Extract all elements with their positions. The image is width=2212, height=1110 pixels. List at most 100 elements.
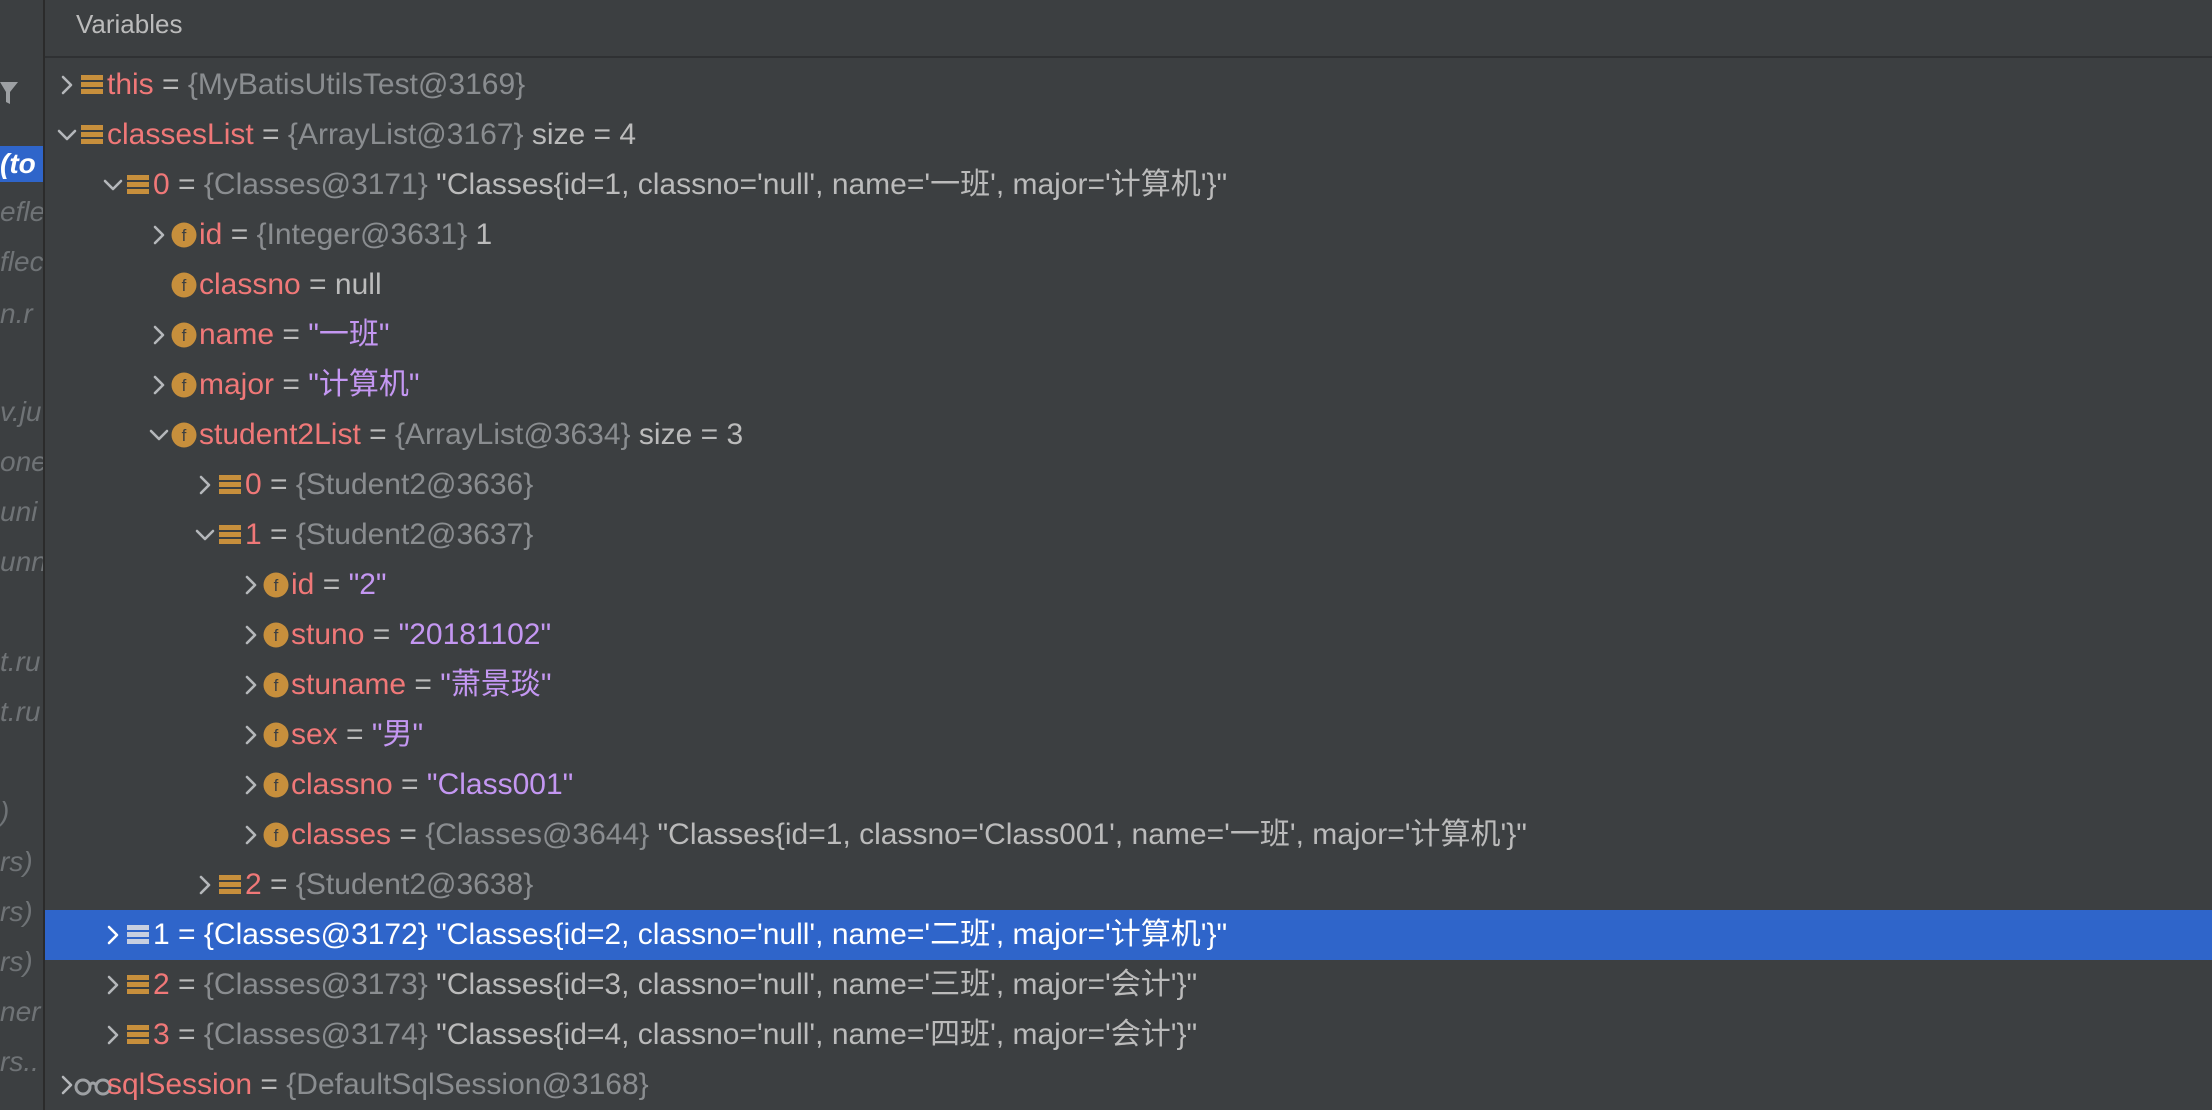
frame-item[interactable]: rs.. xyxy=(0,1044,43,1080)
chevron-right-icon[interactable] xyxy=(101,1023,125,1047)
variable-row[interactable]: sqlSession = {DefaultSqlSession@3168} xyxy=(45,1060,2212,1110)
chevron-right-icon[interactable] xyxy=(101,923,125,947)
object-reference: {Classes@3171} xyxy=(203,168,428,201)
variable-row[interactable]: f classes = {Classes@3644} "Classes{id=1,… xyxy=(45,810,2212,860)
chevron-down-icon[interactable] xyxy=(147,423,171,447)
chevron-right-icon[interactable] xyxy=(55,73,79,97)
object-reference: {Student2@3636} xyxy=(295,468,534,501)
chevron-down-icon[interactable] xyxy=(101,173,125,197)
variable-value: 1 xyxy=(467,218,493,251)
field-icon: f xyxy=(171,322,197,348)
svg-text:f: f xyxy=(274,626,279,645)
frame-item[interactable]: rs) xyxy=(0,894,43,930)
frame-item[interactable]: ) xyxy=(0,794,43,830)
svg-text:f: f xyxy=(182,326,187,345)
array-element-icon xyxy=(219,525,241,544)
filter-icon[interactable] xyxy=(0,80,18,106)
variable-row[interactable]: 0 = {Student2@3636} xyxy=(45,460,2212,510)
chevron-right-icon[interactable] xyxy=(193,473,217,497)
variable-row[interactable]: f id = {Integer@3631} 1 xyxy=(45,210,2212,260)
svg-text:f: f xyxy=(182,376,187,395)
field-icon: f xyxy=(263,722,289,748)
variable-name: sqlSession xyxy=(107,1068,253,1101)
chevron-right-icon[interactable] xyxy=(193,873,217,897)
chevron-down-icon[interactable] xyxy=(193,523,217,547)
chevron-right-icon[interactable] xyxy=(239,773,263,797)
variable-row[interactable]: f stuno = "20181102" xyxy=(45,610,2212,660)
equals-sign: = xyxy=(274,318,309,351)
variable-row[interactable]: f sex = "男" xyxy=(45,710,2212,760)
svg-text:f: f xyxy=(274,826,279,845)
variable-text: 0 = {Student2@3636} xyxy=(245,460,533,510)
variable-name: major xyxy=(199,368,275,401)
variable-row[interactable]: 0 = {Classes@3171} "Classes{id=1, classn… xyxy=(45,160,2212,210)
chevron-down-icon[interactable] xyxy=(55,123,79,147)
frames-panel-edge: (to eflec flec n.r v.ju one uni unn t.ru t.ru) rs)… xyxy=(0,0,45,1110)
equals-sign: = xyxy=(300,268,335,301)
frame-item[interactable]: eflec xyxy=(0,194,43,230)
variable-row[interactable]: 2 = {Student2@3638} xyxy=(45,860,2212,910)
frame-item[interactable]: unn xyxy=(0,544,43,580)
variable-row[interactable]: 2 = {Classes@3173} "Classes{id=3, classn… xyxy=(45,960,2212,1010)
field-icon: f xyxy=(171,272,197,298)
variable-name: 0 xyxy=(245,468,262,501)
frame-item[interactable]: v.ju xyxy=(0,394,43,430)
variable-row[interactable]: f major = "计算机" xyxy=(45,360,2212,410)
equals-sign: = xyxy=(261,518,296,551)
frame-item[interactable]: ner xyxy=(0,994,43,1030)
variable-row[interactable]: f student2List = {ArrayList@3634} size = … xyxy=(45,410,2212,460)
chevron-right-icon[interactable] xyxy=(239,723,263,747)
object-reference: {DefaultSqlSession@3168} xyxy=(286,1068,649,1101)
frame-item[interactable]: rs) xyxy=(0,844,43,880)
equals-sign: = xyxy=(261,468,296,501)
array-element-icon xyxy=(219,475,241,494)
equals-sign: = xyxy=(392,768,427,801)
variable-row[interactable]: f id = "2" xyxy=(45,560,2212,610)
frame-item[interactable]: uni xyxy=(0,494,43,530)
variable-value: null xyxy=(334,268,382,301)
variable-row[interactable]: f classno = null xyxy=(45,260,2212,310)
frame-item[interactable]: t.ru xyxy=(0,694,43,730)
equals-sign: = xyxy=(337,718,372,751)
frame-item[interactable]: one xyxy=(0,444,43,480)
chevron-right-icon[interactable] xyxy=(239,623,263,647)
chevron-right-icon[interactable] xyxy=(147,323,171,347)
array-element-icon xyxy=(127,1025,149,1044)
variable-name: sex xyxy=(291,718,338,751)
chevron-right-icon[interactable] xyxy=(147,223,171,247)
variable-row[interactable]: 3 = {Classes@3174} "Classes{id=4, classn… xyxy=(45,1010,2212,1060)
equals-sign: = xyxy=(274,368,309,401)
frame-item-selected[interactable]: (to xyxy=(0,146,43,182)
array-element-icon xyxy=(219,875,241,894)
array-element-icon xyxy=(81,125,103,144)
variable-name: classno xyxy=(291,768,393,801)
variable-name: 3 xyxy=(153,1018,170,1051)
variable-text: id = "2" xyxy=(291,560,387,610)
chevron-right-icon[interactable] xyxy=(239,573,263,597)
equals-sign: = xyxy=(252,1068,287,1101)
array-element-icon xyxy=(81,75,103,94)
variable-text: classno = "Class001" xyxy=(291,760,573,810)
equals-sign: = xyxy=(169,968,204,1001)
chevron-right-icon[interactable] xyxy=(147,373,171,397)
array-element-icon xyxy=(127,925,149,944)
frame-item[interactable]: flec xyxy=(0,244,43,280)
variable-row[interactable]: classesList = {ArrayList@3167} size = 4 xyxy=(45,110,2212,160)
object-reference: {MyBatisUtilsTest@3169} xyxy=(187,68,526,101)
frame-item[interactable]: n.r xyxy=(0,296,43,332)
frame-item[interactable]: t.ru xyxy=(0,644,43,680)
variable-row[interactable]: f classno = "Class001" xyxy=(45,760,2212,810)
chevron-right-icon[interactable] xyxy=(239,673,263,697)
variable-row[interactable]: 1 = {Student2@3637} xyxy=(45,510,2212,560)
variable-row-selected[interactable]: 1 = {Classes@3172} "Classes{id=2, classn… xyxy=(45,910,2212,960)
chevron-right-icon[interactable] xyxy=(101,973,125,997)
variable-name: student2List xyxy=(199,418,361,451)
chevron-right-icon[interactable] xyxy=(239,823,263,847)
panel-title: Variables xyxy=(76,9,183,39)
variable-row[interactable]: f name = "一班" xyxy=(45,310,2212,360)
variable-value: "Classes{id=4, classno='null', name='四班'… xyxy=(427,1018,1198,1051)
variable-text: sqlSession = {DefaultSqlSession@3168} xyxy=(107,1060,649,1110)
variable-row[interactable]: f stuname = "萧景琰" xyxy=(45,660,2212,710)
variable-row[interactable]: this = {MyBatisUtilsTest@3169} xyxy=(45,60,2212,110)
frame-item[interactable]: rs) xyxy=(0,944,43,980)
